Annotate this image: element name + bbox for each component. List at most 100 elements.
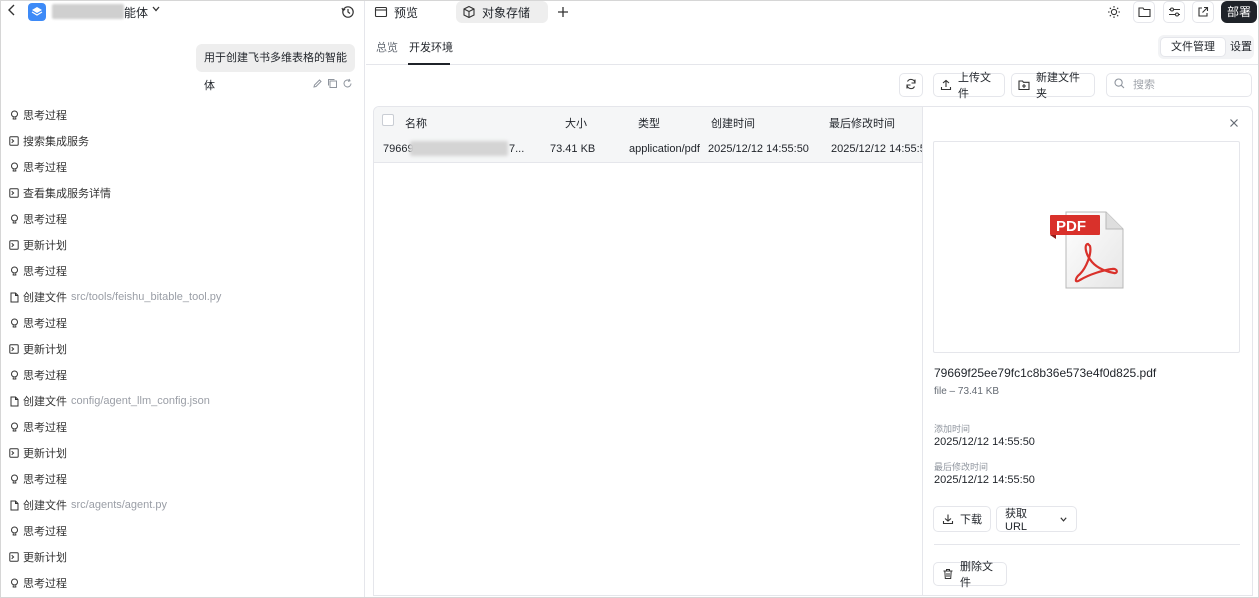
step-label: 思考过程 bbox=[23, 370, 67, 382]
step-label: 创建文件 bbox=[23, 292, 67, 304]
step-item[interactable]: 创建文件 config/agent_llm_config.json bbox=[9, 388, 359, 414]
lightbulb-icon bbox=[9, 213, 19, 225]
col-modified[interactable]: 最后修改时间 bbox=[829, 115, 895, 131]
settings-button[interactable]: 设置 bbox=[1230, 37, 1254, 57]
add-tab-icon[interactable] bbox=[556, 1, 570, 23]
step-item[interactable]: 思考过程 bbox=[9, 206, 359, 232]
file-icon bbox=[9, 395, 19, 407]
lightbulb-icon bbox=[9, 109, 19, 121]
copy-icon[interactable] bbox=[327, 78, 338, 89]
upload-file-label: 上传文件 bbox=[958, 72, 991, 100]
new-folder-label: 新建文件夹 bbox=[1036, 72, 1080, 100]
download-button[interactable]: 下载 bbox=[933, 506, 991, 532]
file-icon bbox=[9, 291, 19, 303]
terminal-icon bbox=[9, 187, 19, 199]
chat-header: 能体 bbox=[1, 1, 365, 23]
settings-sliders-icon[interactable] bbox=[1163, 1, 1185, 23]
detail-file-meta: file – 73.41 KB bbox=[934, 386, 1000, 397]
step-file-path: config/agent_llm_config.json bbox=[71, 395, 210, 407]
delete-file-button[interactable]: 删除文件 bbox=[933, 561, 1007, 589]
file-manage-button[interactable]: 文件管理 bbox=[1160, 37, 1226, 57]
step-item[interactable]: 思考过程 bbox=[9, 310, 359, 336]
pdf-file-icon: PDF bbox=[1050, 211, 1124, 289]
step-label: 思考过程 bbox=[23, 578, 67, 590]
file-table: 名称 大小 类型 创建时间 最后修改时间 79669 7... 73.41 KB… bbox=[373, 106, 923, 596]
select-all-checkbox[interactable] bbox=[382, 114, 394, 126]
tab-preview[interactable]: 预览 bbox=[370, 1, 450, 23]
file-icon bbox=[9, 499, 19, 511]
added-time-value: 2025/12/12 14:55:50 bbox=[934, 436, 1035, 448]
tab-object-storage[interactable]: 对象存储 bbox=[456, 1, 548, 23]
step-label: 创建文件 bbox=[23, 396, 67, 408]
app-name[interactable]: 能体 bbox=[124, 4, 148, 21]
step-item[interactable]: 创建文件 src/agents/agent.py bbox=[9, 492, 359, 518]
table-row[interactable]: 79669 7... 73.41 KB application/pdf 2025… bbox=[374, 135, 922, 163]
search-box[interactable] bbox=[1106, 73, 1252, 97]
file-preview: PDF bbox=[933, 141, 1240, 353]
col-type[interactable]: 类型 bbox=[638, 115, 660, 131]
download-icon bbox=[942, 513, 954, 525]
tab-overview[interactable]: 总览 bbox=[376, 39, 398, 55]
refresh-button[interactable] bbox=[899, 73, 923, 97]
deploy-button[interactable]: 部署 bbox=[1221, 1, 1257, 23]
upload-icon bbox=[940, 79, 952, 91]
regenerate-icon[interactable] bbox=[342, 78, 353, 89]
terminal-icon bbox=[9, 135, 19, 147]
step-label: 思考过程 bbox=[23, 214, 67, 226]
step-item[interactable]: 思考过程 bbox=[9, 570, 359, 596]
step-item[interactable]: 更新计划 bbox=[9, 336, 359, 362]
lightbulb-icon bbox=[9, 577, 19, 589]
file-name-suffix: 7... bbox=[509, 143, 525, 155]
file-created: 2025/12/12 14:55:50 bbox=[708, 143, 809, 155]
step-item[interactable]: 更新计划 bbox=[9, 544, 359, 570]
theme-toggle-icon[interactable] bbox=[1103, 1, 1125, 23]
step-item[interactable]: 思考过程 bbox=[9, 154, 359, 180]
edit-icon[interactable] bbox=[312, 78, 323, 89]
tab-dev-env[interactable]: 开发环境 bbox=[409, 39, 453, 55]
step-item[interactable]: 创建文件 src/tools/feishu_bitable_tool.py bbox=[9, 284, 359, 310]
lightbulb-icon bbox=[9, 317, 19, 329]
cube-icon bbox=[462, 5, 476, 19]
search-input[interactable] bbox=[1133, 79, 1243, 91]
col-size[interactable]: 大小 bbox=[565, 115, 587, 131]
lightbulb-icon bbox=[9, 421, 19, 433]
col-created[interactable]: 创建时间 bbox=[711, 115, 755, 131]
step-list: 思考过程 搜索集成服务 思考过程 查看集成服务详情 思考过程 更新计划 思考过程 创建文件 sr… bbox=[9, 102, 359, 596]
col-name[interactable]: 名称 bbox=[405, 115, 427, 131]
step-label: 思考过程 bbox=[23, 422, 67, 434]
get-url-button[interactable]: 获取 URL bbox=[996, 506, 1077, 533]
step-item[interactable]: 查看集成服务详情 bbox=[9, 180, 359, 206]
chat-panel: 能体 用于创建飞书多维表格的智能体 思考过程 搜索集成服务 思考过程 查看集成服务详情… bbox=[1, 1, 365, 597]
app-name-redacted bbox=[52, 4, 124, 19]
chevron-down-icon bbox=[1059, 515, 1068, 524]
lightbulb-icon bbox=[9, 265, 19, 277]
sub-tab-bar: 总览 开发环境 文件管理 设置 bbox=[366, 30, 1258, 65]
history-icon[interactable] bbox=[341, 5, 355, 19]
file-toolbar: 上传文件 新建文件夹 bbox=[366, 72, 1258, 100]
step-item[interactable]: 思考过程 bbox=[9, 258, 359, 284]
step-item[interactable]: 思考过程 bbox=[9, 362, 359, 388]
step-item[interactable]: 更新计划 bbox=[9, 232, 359, 258]
chevron-down-icon[interactable] bbox=[151, 4, 161, 17]
step-label: 思考过程 bbox=[23, 110, 67, 122]
close-icon[interactable] bbox=[1229, 117, 1241, 129]
step-item[interactable]: 思考过程 bbox=[9, 102, 359, 128]
back-icon[interactable] bbox=[7, 4, 19, 18]
external-link-icon[interactable] bbox=[1192, 1, 1214, 23]
search-icon bbox=[1114, 78, 1125, 92]
folder-icon[interactable] bbox=[1133, 1, 1155, 23]
modified-time-label: 最后修改时间 bbox=[934, 462, 989, 472]
step-item[interactable]: 思考过程 bbox=[9, 466, 359, 492]
upload-file-button[interactable]: 上传文件 bbox=[933, 72, 1005, 100]
step-item[interactable]: 更新计划 bbox=[9, 440, 359, 466]
detail-file-name: 79669f25ee79fc1c8b36e573e4f0d825.pdf bbox=[934, 366, 1157, 380]
step-item[interactable]: 思考过程 bbox=[9, 414, 359, 440]
step-item[interactable]: 思考过程 bbox=[9, 518, 359, 544]
step-label: 思考过程 bbox=[23, 318, 67, 330]
step-item[interactable]: 搜索集成服务 bbox=[9, 128, 359, 154]
terminal-icon bbox=[9, 551, 19, 563]
new-folder-button[interactable]: 新建文件夹 bbox=[1011, 72, 1095, 100]
step-label: 思考过程 bbox=[23, 266, 67, 278]
step-label: 思考过程 bbox=[23, 162, 67, 174]
file-detail-panel: PDF 79669f25ee79fc1c8b36e573e4f0d825.pdf… bbox=[923, 106, 1253, 596]
